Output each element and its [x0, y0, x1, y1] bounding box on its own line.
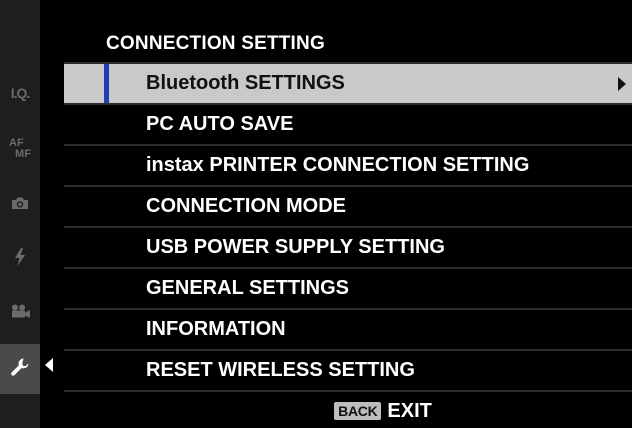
footer-hint: BACK EXIT	[64, 394, 632, 428]
menu-item-label: PC AUTO SAVE	[146, 113, 294, 135]
menu-item-label: CONNECTION MODE	[146, 195, 346, 217]
menu-item-usb-power-supply[interactable]: USB POWER SUPPLY SETTING	[64, 228, 632, 269]
autofocus-icon: AF MF	[9, 138, 31, 160]
menu-item-label: USB POWER SUPPLY SETTING	[146, 236, 445, 258]
menu-item-label: instax PRINTER CONNECTION SETTING	[146, 154, 530, 176]
menu-item-information[interactable]: INFORMATION	[64, 310, 632, 351]
camera-menu-screen: I.Q. AF MF CONNECTION SETTING Bluetooth …	[0, 0, 632, 428]
menu-item-label: INFORMATION	[146, 318, 286, 340]
menu-item-label: GENERAL SETTINGS	[146, 277, 349, 299]
menu-item-label: RESET WIRELESS SETTING	[146, 359, 415, 381]
menu-item-general-settings[interactable]: GENERAL SETTINGS	[64, 269, 632, 310]
menu-item-instax-printer-connection[interactable]: instax PRINTER CONNECTION SETTING	[64, 146, 632, 187]
camera-icon	[11, 196, 29, 215]
flash-icon	[14, 247, 26, 271]
rail-item-setup[interactable]	[0, 344, 40, 394]
category-rail: I.Q. AF MF	[0, 0, 40, 428]
wrench-icon	[10, 357, 30, 382]
rail-item-movie[interactable]	[0, 288, 40, 338]
movie-icon	[9, 304, 31, 323]
rail-item-image-quality[interactable]: I.Q.	[0, 68, 40, 118]
back-button-badge[interactable]: BACK	[334, 402, 382, 420]
exit-label: EXIT	[387, 399, 432, 422]
page-title: CONNECTION SETTING	[106, 33, 325, 54]
menu-item-bluetooth-settings[interactable]: Bluetooth SETTINGS	[64, 64, 632, 105]
menu-item-label: Bluetooth SETTINGS	[146, 72, 345, 94]
menu-list: Bluetooth SETTINGS PC AUTO SAVE instax P…	[64, 64, 632, 392]
menu-item-connection-mode[interactable]: CONNECTION MODE	[64, 187, 632, 228]
back-arrow-icon[interactable]	[45, 358, 53, 372]
menu-item-pc-auto-save[interactable]: PC AUTO SAVE	[64, 105, 632, 146]
submenu-arrow-icon	[618, 77, 626, 91]
menu-item-reset-wireless[interactable]: RESET WIRELESS SETTING	[64, 351, 632, 392]
rail-item-flash[interactable]	[0, 234, 40, 284]
rail-item-shooting[interactable]	[0, 180, 40, 230]
rail-item-autofocus[interactable]: AF MF	[0, 124, 40, 174]
image-quality-icon: I.Q.	[10, 85, 31, 101]
mf-label: MF	[15, 148, 31, 160]
